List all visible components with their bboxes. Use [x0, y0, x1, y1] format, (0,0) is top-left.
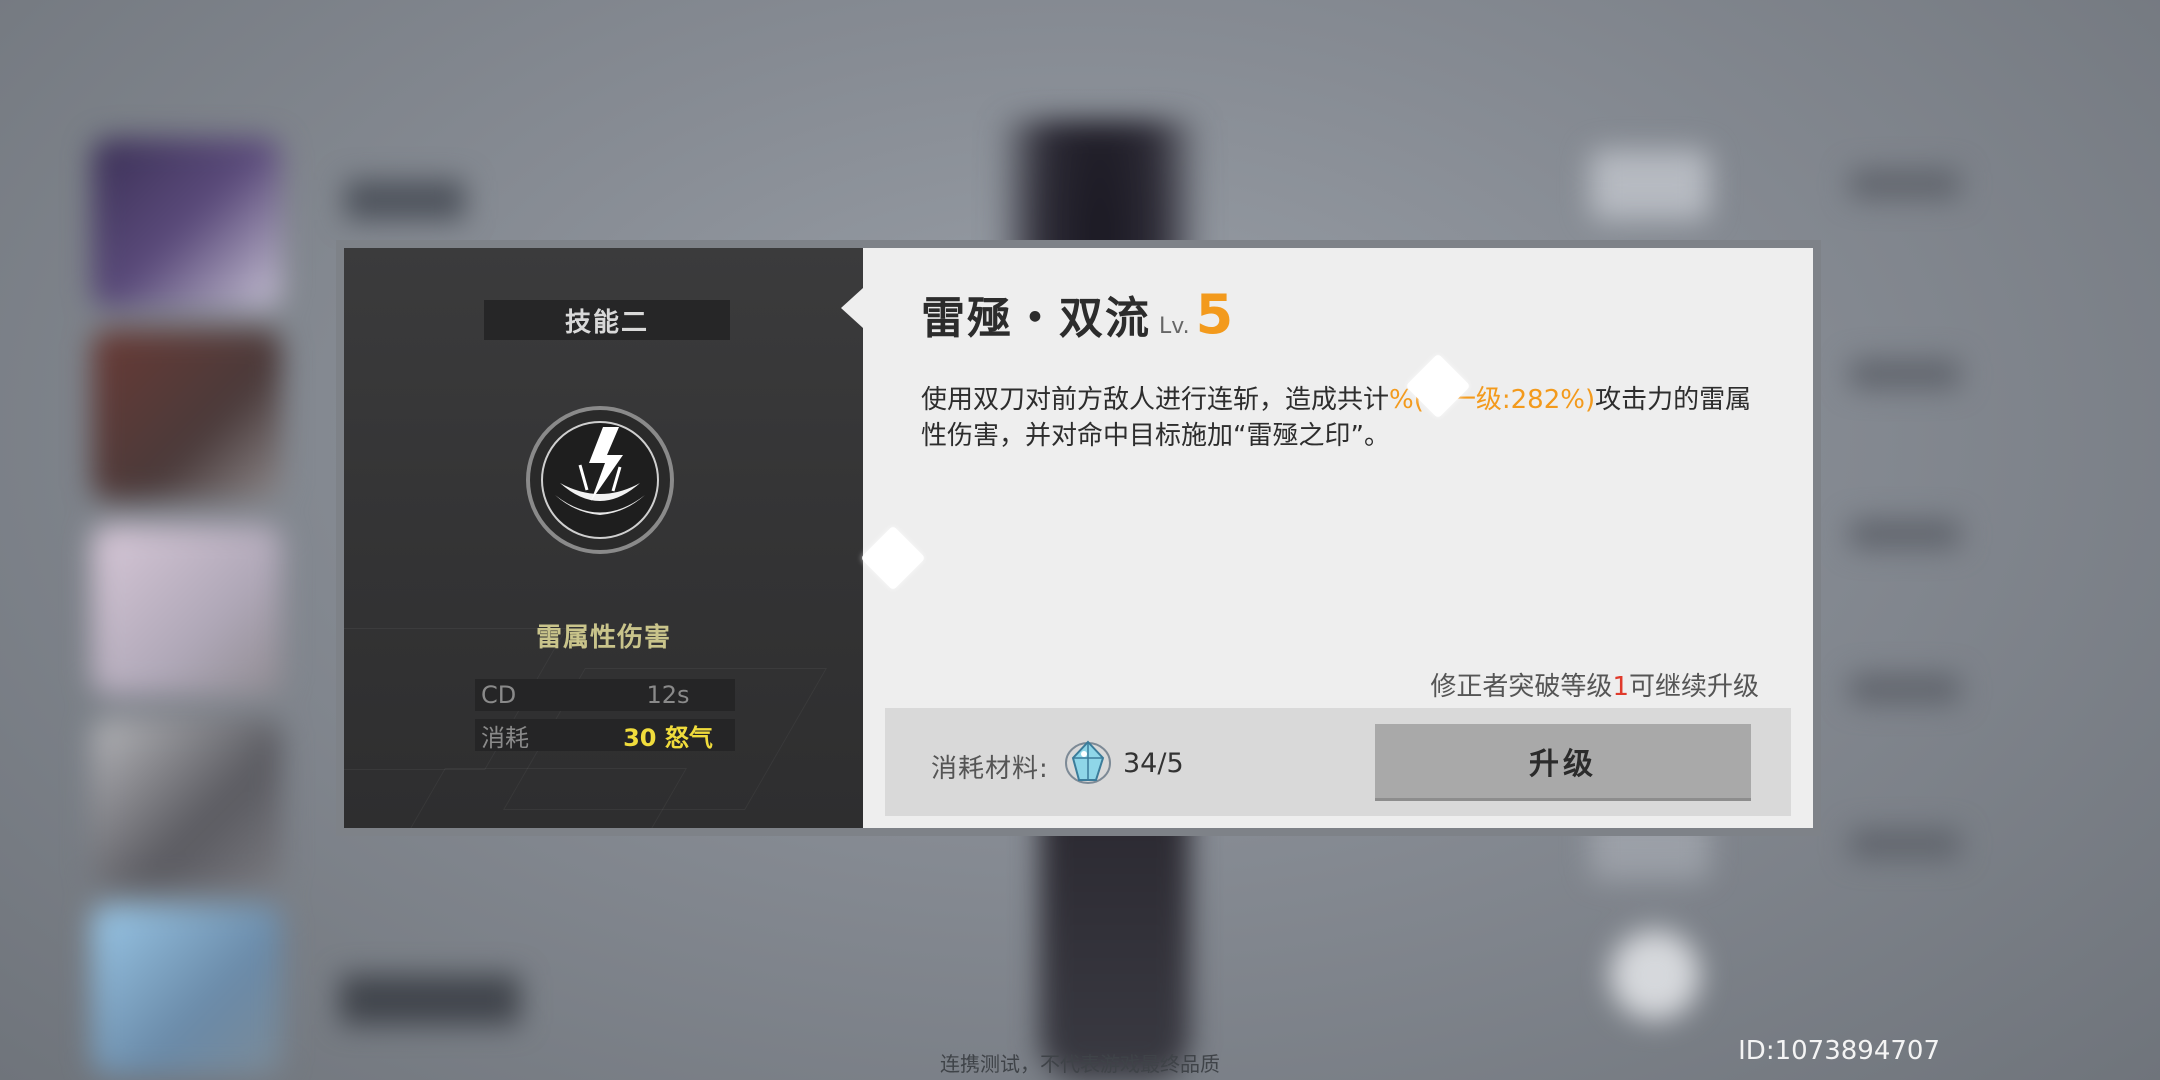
hint-level: 1 [1612, 672, 1629, 702]
skill-upgrade-modal: 技能二 雷属性伤害 CD 12s 消耗 30 怒气 雷殛・双流 Lv. 5 使用… [336, 240, 1821, 836]
hint-after: 可继续升级 [1628, 672, 1759, 702]
pointer-arrow [841, 288, 863, 328]
cooldown-key: CD [481, 681, 517, 709]
skill-name: 雷殛・双流 [921, 293, 1151, 344]
skill-detail-panel: 雷殛・双流 Lv. 5 使用双刀对前方敌人进行连斩，造成共计%(下一级:282%… [841, 248, 1813, 828]
user-id: ID:1073894707 [1738, 1036, 1940, 1066]
lightning-swords-icon [526, 406, 674, 554]
upgrade-button[interactable]: 升级 [1375, 724, 1751, 798]
blurred-star-icon [1610, 930, 1700, 1020]
character-portrait-3[interactable] [92, 525, 282, 695]
breakthrough-hint: 修正者突破等级1可继续升级 [1430, 666, 1759, 703]
material-crystal-icon[interactable] [1063, 736, 1113, 788]
skill-title: 雷殛・双流 Lv. 5 [921, 282, 1233, 346]
skill-summary-panel: 技能二 雷属性伤害 CD 12s 消耗 30 怒气 [344, 248, 863, 828]
element-type-label: 雷属性伤害 [535, 623, 671, 653]
cooldown-value: 12s [646, 681, 690, 709]
hint-before: 修正者突破等级 [1430, 672, 1613, 702]
cost-key: 消耗 [481, 723, 529, 752]
level-prefix: Lv. [1159, 314, 1190, 339]
blurred-button [340, 975, 520, 1025]
character-portrait-4[interactable] [92, 718, 282, 888]
skill-level: 5 [1195, 283, 1234, 346]
upgrade-bar: 消耗材料: 34/5 升级 [885, 708, 1791, 816]
description-text-1: 使用双刀对前方敌人进行连斩，造成共计 [921, 385, 1390, 415]
character-portrait-1[interactable] [92, 138, 282, 308]
cost-row: 消耗 30 怒气 [475, 719, 735, 752]
rage-cost-value: 30 怒气 [623, 723, 713, 752]
material-count: 34/5 [1123, 748, 1184, 779]
skill-description: 使用双刀对前方敌人进行连斩，造成共计%(下一级:282%)攻击力的雷属性伤害，并… [921, 382, 1766, 454]
material-cost-label: 消耗材料: [931, 754, 1049, 784]
blurred-tag [345, 180, 465, 220]
character-portrait-2[interactable] [92, 330, 282, 500]
skill-slot-tag: 技能二 [484, 300, 730, 340]
cooldown-row: CD 12s [475, 679, 735, 711]
sparkle-diamond-left [860, 525, 926, 591]
